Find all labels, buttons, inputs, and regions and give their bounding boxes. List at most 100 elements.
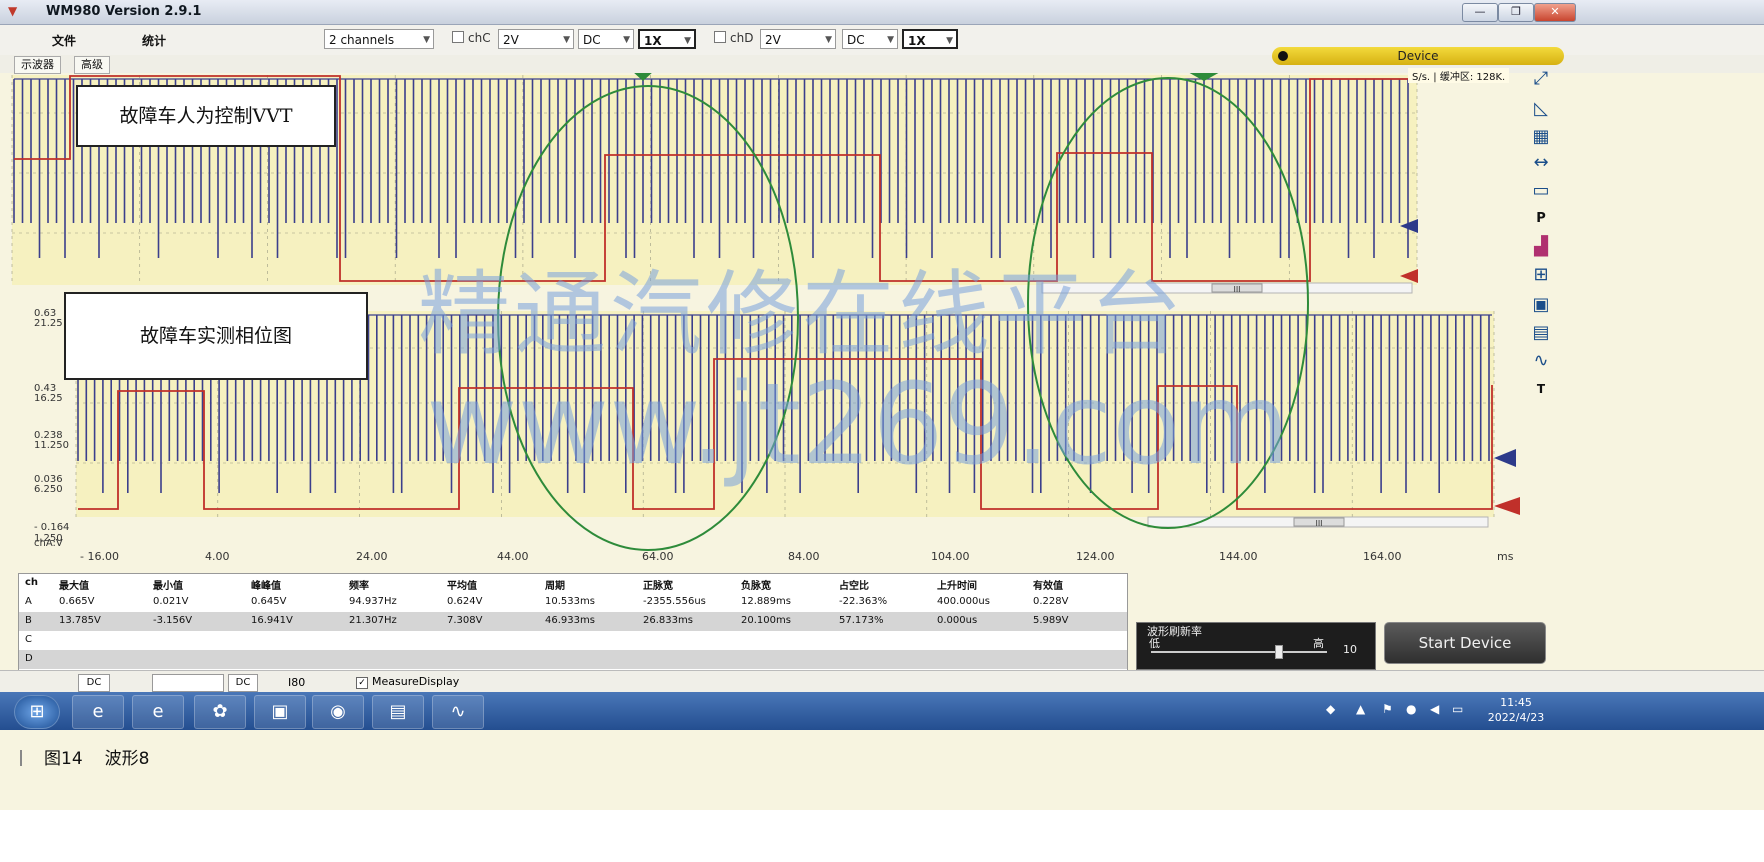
x-tick-1: 4.00: [205, 550, 230, 563]
cha-marker-bottom: [1494, 449, 1516, 467]
measure-display-checkbox[interactable]: ✓ MeasureDisplay: [356, 675, 459, 689]
taskbar-browser-icon[interactable]: e: [132, 695, 184, 729]
grid-icon[interactable]: ▦: [1524, 124, 1558, 150]
figure-name: 波形8: [104, 749, 150, 769]
taskbar-oscilloscope-icon[interactable]: ∿: [432, 695, 484, 729]
image-icon[interactable]: ▤: [1524, 320, 1558, 346]
maximize-button[interactable]: ❐: [1498, 3, 1534, 22]
taskbar-ie-icon[interactable]: e: [72, 695, 124, 729]
x-tick-6: 104.00: [931, 550, 970, 563]
y-tick-b-1: 21.25: [34, 318, 63, 329]
measure-header-cell: 有效值: [1033, 581, 1063, 592]
menu-stats[interactable]: 统计: [142, 32, 166, 49]
minimize-button[interactable]: —: [1462, 3, 1498, 22]
fit-screen-icon[interactable]: ⤢: [1524, 66, 1558, 92]
chc-probe-select[interactable]: 1X ▼: [638, 29, 696, 49]
chd-volt-select[interactable]: 2V ▼: [760, 29, 836, 49]
measure-cell: 0.665V: [59, 596, 95, 607]
chd-checkbox[interactable]: chD: [714, 31, 753, 45]
dc-field-2[interactable]: DC: [228, 674, 258, 692]
x-unit: ms: [1497, 550, 1514, 563]
tray-chat-icon[interactable]: ●: [1406, 702, 1416, 716]
taskbar-wechat-icon[interactable]: ◉: [312, 695, 364, 729]
clock-date: 2022/4/23: [1487, 711, 1545, 724]
tray-volume-icon[interactable]: ◀: [1430, 702, 1439, 716]
taskbar-folder-icon[interactable]: ▤: [372, 695, 424, 729]
measure-cell: 46.933ms: [545, 615, 595, 626]
measure-cell: 94.937Hz: [349, 596, 397, 607]
measure-width-icon[interactable]: ↔: [1524, 150, 1558, 176]
chc-label: chC: [468, 31, 491, 45]
bottom-bar: DC DC I80 ✓ MeasureDisplay: [0, 670, 1764, 693]
calculator-icon[interactable]: ⊞: [1524, 262, 1558, 288]
measure-cell: 0.228V: [1033, 596, 1069, 607]
measure-row[interactable]: C: [19, 631, 1127, 650]
start-menu-button[interactable]: ⊞: [14, 695, 60, 729]
figure-number: 图14: [44, 749, 83, 769]
measure-header-cell: 正脉宽: [643, 581, 673, 592]
chd-probe-select[interactable]: 1X ▼: [902, 29, 958, 49]
measure-cell: 5.989V: [1033, 615, 1069, 626]
close-button[interactable]: ✕: [1534, 3, 1576, 22]
bottom-scrollbar-grip: III: [1315, 519, 1322, 528]
spectrum-icon[interactable]: ▟: [1524, 234, 1558, 260]
clock[interactable]: 11:45 2022/4/23: [1476, 695, 1556, 725]
title-bar: ▼ WM980 Version 2.9.1 — ❐ ✕: [0, 0, 1764, 25]
measure-cell: 20.100ms: [741, 615, 791, 626]
device-status-icon: [1278, 51, 1288, 61]
measure-cell: 0.021V: [153, 596, 189, 607]
app-logo-icon: ▼: [8, 4, 18, 18]
figure-caption: 图14 波形8: [20, 744, 149, 769]
chevron-down-icon: ▼: [423, 35, 430, 45]
tab-advanced[interactable]: 高级: [74, 56, 110, 74]
chc-checkbox[interactable]: chC: [452, 31, 491, 45]
taskbar-app-icon[interactable]: ✿: [194, 695, 246, 729]
taskbar-picture-icon[interactable]: ▣: [254, 695, 306, 729]
measure-cell: 12.889ms: [741, 596, 791, 607]
tray-security-icon[interactable]: ◆: [1326, 702, 1335, 716]
chc-coupling-select[interactable]: DC ▼: [578, 29, 634, 49]
start-device-button[interactable]: Start Device: [1384, 622, 1546, 664]
refresh-slider-track[interactable]: [1151, 651, 1327, 653]
measure-row[interactable]: D: [19, 650, 1127, 669]
save-icon[interactable]: ▣: [1524, 292, 1558, 318]
tab-scope[interactable]: 示波器: [14, 56, 61, 74]
clock-time: 11:45: [1500, 696, 1532, 709]
windows-logo-icon: ⊞: [29, 701, 45, 722]
tray-flag-icon[interactable]: ⚑: [1382, 702, 1393, 716]
chd-volt-value: 2V: [765, 33, 781, 47]
empty-field[interactable]: [152, 674, 224, 692]
triangle-tool-icon[interactable]: ◺: [1524, 96, 1558, 122]
chd-coupling-select[interactable]: DC ▼: [842, 29, 898, 49]
measure-header-cell: 峰峰值: [251, 581, 281, 592]
refresh-rate-panel: 波形刷新率 低 高 10: [1136, 622, 1376, 670]
annotation-bottom: 故障车实测相位图: [64, 292, 368, 380]
refresh-slider-thumb[interactable]: [1274, 645, 1283, 659]
x-tick-3: 44.00: [497, 550, 529, 563]
t-tool-icon[interactable]: T: [1524, 376, 1558, 402]
measure-cell: 0.624V: [447, 596, 483, 607]
annotation-top: 故障车人为控制VVT: [76, 85, 336, 147]
tray-display-icon[interactable]: ▭: [1452, 702, 1463, 716]
tray-network-icon[interactable]: ▲: [1356, 702, 1365, 716]
measure-cell: A: [25, 596, 32, 607]
measure-cell: -3.156V: [153, 615, 193, 626]
chb-marker-bottom: [1494, 497, 1520, 515]
channels-select[interactable]: 2 channels ▼: [324, 29, 434, 49]
measure-header-cell: 平均值: [447, 581, 477, 592]
dc-field-1[interactable]: DC: [78, 674, 110, 692]
menu-file[interactable]: 文件: [52, 32, 76, 49]
device-bar[interactable]: Device: [1272, 47, 1564, 65]
monitor-icon[interactable]: ▭: [1524, 178, 1558, 204]
refresh-low: 低: [1149, 637, 1160, 650]
wave-icon[interactable]: ∿: [1524, 348, 1558, 374]
chc-volt-select[interactable]: 2V ▼: [498, 29, 574, 49]
watermark-line2: www.jt269.com: [426, 360, 1290, 490]
measure-header-cell: 最小值: [153, 581, 183, 592]
chevron-down-icon: ▼: [563, 35, 570, 45]
chd-probe-value: 1X: [908, 34, 926, 48]
measure-row[interactable]: B 13.785V -3.156V 16.941V 21.307Hz 7.308V 46.9…: [19, 612, 1127, 631]
p-tool-icon[interactable]: P: [1524, 206, 1558, 232]
measure-header-row: ch 最大值 最小值 峰峰值 频率 平均值 周期 正脉宽 负脉宽 占空比 上升时间 有效值: [19, 574, 1127, 593]
measure-row[interactable]: A 0.665V 0.021V 0.645V 94.937Hz 0.624V 10.533m…: [19, 593, 1127, 612]
